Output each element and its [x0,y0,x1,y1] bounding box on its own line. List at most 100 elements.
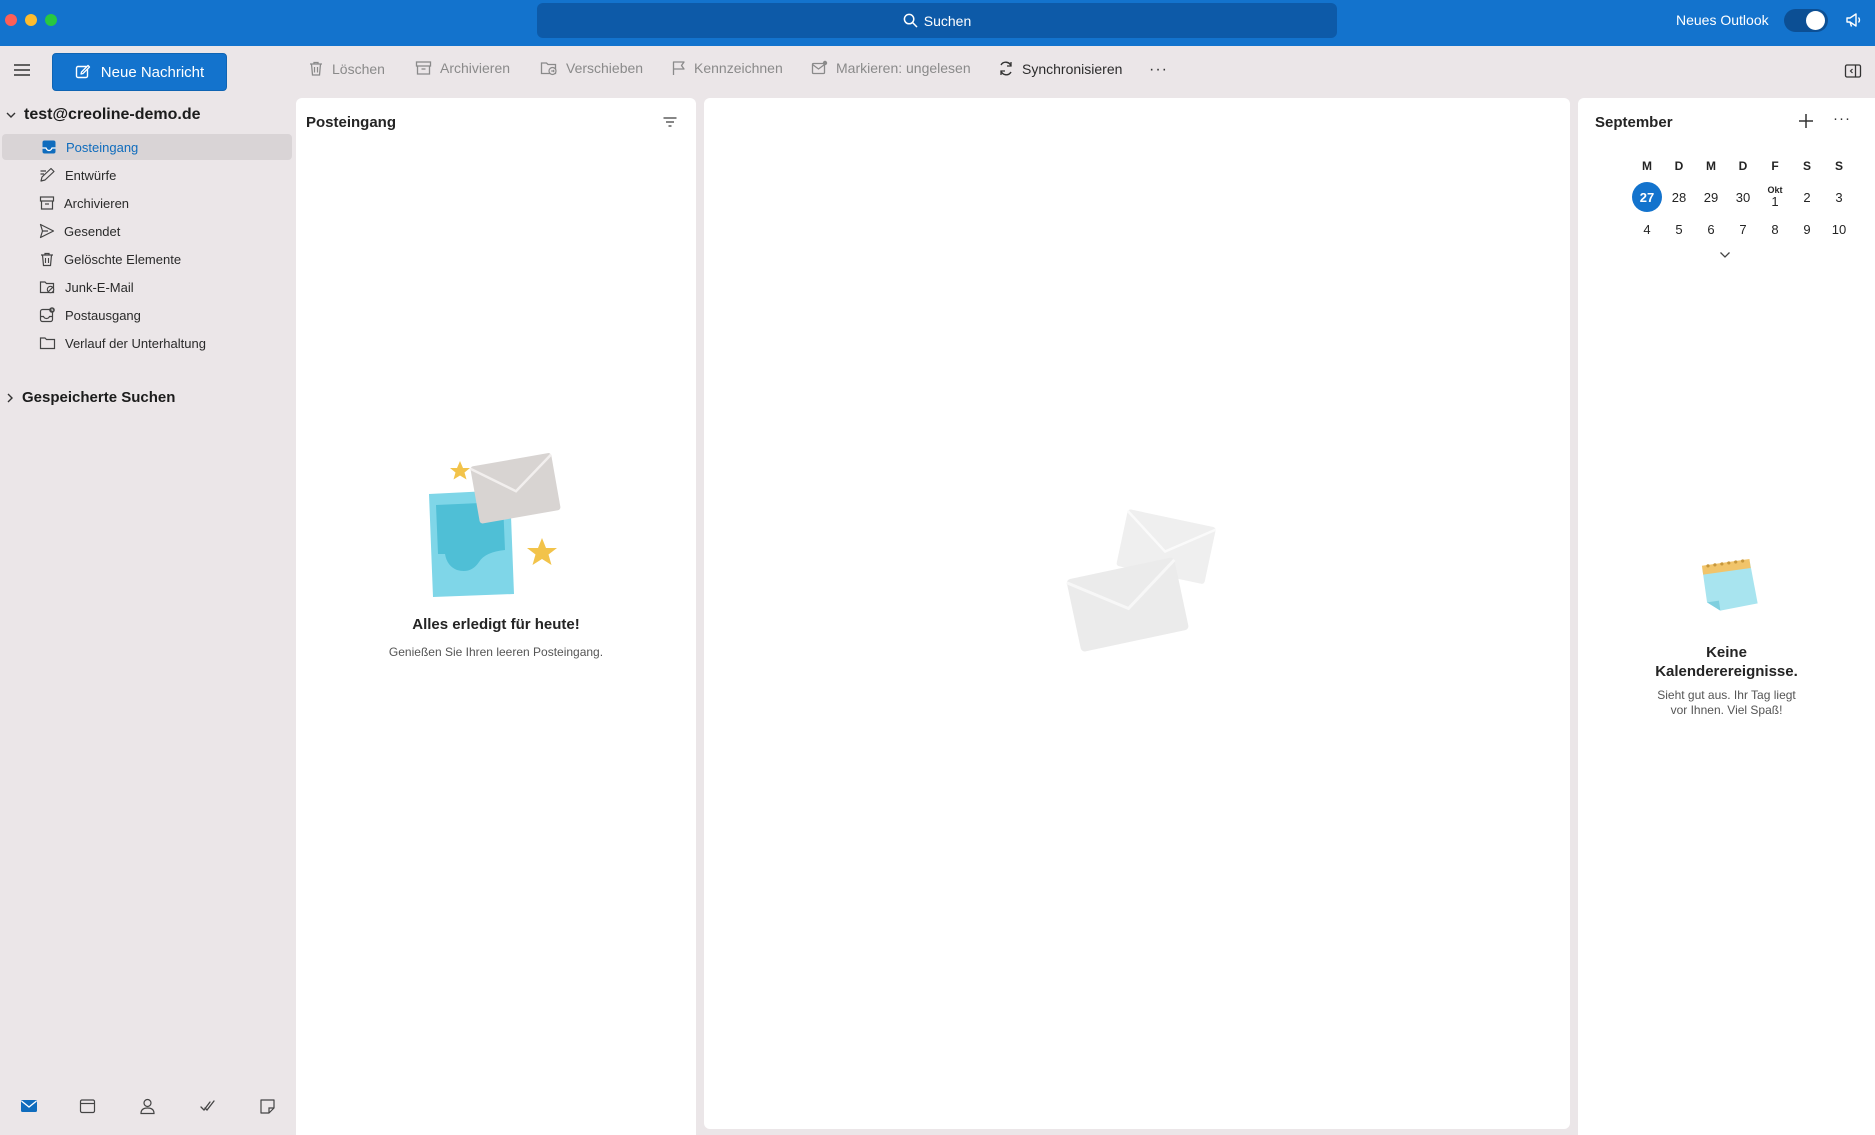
sidebar-item-entwuerfe[interactable]: Entwürfe [0,162,290,188]
trash-icon [41,252,53,267]
calendar-day[interactable]: 8 [1760,214,1790,244]
archive-button[interactable]: Archivieren [415,60,510,76]
weekday-header: F [1771,159,1779,173]
sidebar-item-gesendet[interactable]: Gesendet [0,218,290,244]
calendar-day[interactable]: 9 [1792,214,1822,244]
mail-unread-icon [811,60,828,75]
new-message-button[interactable]: Neue Nachricht [52,53,227,91]
trash-icon [310,61,322,76]
move-folder-icon [540,62,557,76]
megaphone-icon[interactable] [1844,10,1864,30]
people-icon[interactable] [139,1098,156,1115]
account-header[interactable]: test@creoline-demo.de [6,106,201,124]
chevron-down-icon [6,112,16,118]
calendar-day-month-start[interactable]: Okt 1 [1760,182,1790,212]
account-email: test@creoline-demo.de [24,106,201,123]
calendar-day[interactable]: 3 [1824,182,1854,212]
sidebar-item-label: Gelöschte Elemente [64,251,182,267]
sidebar-item-verlauf-der-unterhaltung[interactable]: Verlauf der Unterhaltung [0,330,290,356]
chevron-right-icon [7,393,13,402]
sidebar-item-label: Postausgang [65,307,141,323]
weekday-header: D [1674,159,1684,173]
calendar-day-today[interactable]: 27 [1632,182,1662,212]
calendar-day[interactable]: 7 [1728,214,1758,244]
notes-icon[interactable] [259,1098,276,1114]
sync-button[interactable]: Synchronisieren [998,60,1122,77]
calendar-day[interactable]: 6 [1696,214,1726,244]
compose-icon [75,64,90,79]
weekday-header: S [1834,159,1843,173]
sidebar-item-archivieren[interactable]: Archivieren [0,190,290,216]
archive-label: Archivieren [440,60,511,76]
add-event-icon[interactable] [1797,112,1815,130]
sidebar-item-label: Posteingang [66,139,139,155]
saved-searches-header[interactable]: Gespeicherte Suchen [6,389,175,406]
chevron-down-icon[interactable] [1719,251,1731,259]
title-bar: Suchen Neues Outlook [0,0,1875,46]
panel-toggle-icon[interactable] [1844,63,1862,79]
sidebar-item-geloeschte-elemente[interactable]: Gelöschte Elemente [0,246,290,272]
calendar-icon[interactable] [79,1098,96,1114]
folder-icon [39,337,56,350]
todo-icon[interactable] [199,1098,217,1114]
more-options-button[interactable]: ··· [1149,61,1168,79]
calendar-day[interactable]: 10 [1824,214,1854,244]
window-close-button[interactable] [5,14,17,26]
calendar-panel: September ··· M D M D F S S 27 28 29 30 … [1578,98,1875,1135]
calendar-more-button[interactable]: ··· [1833,110,1851,127]
message-list-panel: Posteingang Alles erledigt für heute! Ge… [296,98,696,1135]
calendar-empty-subtitle: Sieht gut aus. Ihr Tag liegt vor Ihnen. … [1657,688,1796,717]
bottom-nav [0,1098,295,1128]
weekday-header: M [1706,159,1716,173]
mark-unread-button[interactable]: Markieren: ungelesen [811,60,971,76]
calendar-empty-title: Keine Kalenderereignisse. [1655,644,1798,680]
sidebar-item-junk-e-mail[interactable]: Junk-E-Mail [0,274,290,300]
calendar-day[interactable]: 29 [1696,182,1726,212]
window-minimize-button[interactable] [25,14,37,26]
flag-button[interactable]: Kennzeichnen [671,60,783,76]
sidebar-item-label: Verlauf der Unterhaltung [65,335,206,351]
archive-icon [415,61,432,75]
new-message-label: Neue Nachricht [100,63,205,81]
new-outlook-toggle[interactable] [1784,9,1828,32]
delete-button[interactable]: Löschen [308,60,385,77]
calendar-day[interactable]: 30 [1728,182,1758,212]
junk-icon [39,281,55,294]
calendar-month-title: September [1595,114,1673,131]
sidebar-item-label: Gesendet [64,223,121,239]
flag-label: Kennzeichnen [694,60,783,76]
calendar-day[interactable]: 2 [1792,182,1822,212]
mail-icon[interactable] [20,1098,38,1114]
move-button[interactable]: Verschieben [540,60,643,76]
reading-pane [704,98,1570,1129]
delete-label: Löschen [332,60,385,77]
weekday-header: D [1738,159,1748,173]
envelopes-illustration [1066,509,1216,652]
flag-icon [672,61,685,75]
filter-icon[interactable] [662,116,678,128]
sync-icon [1000,61,1012,76]
sidebar-item-label: Archivieren [64,195,130,211]
sidebar-item-postausgang[interactable]: Postausgang [0,302,290,328]
hamburger-menu-icon[interactable] [12,62,32,78]
calendar-day-number: 1 [1771,194,1779,209]
empty-inbox-illustration [429,453,561,597]
outbox-icon [39,307,55,323]
saved-searches-label: Gespeicherte Suchen [22,389,176,406]
sidebar-item-posteingang[interactable]: Posteingang [2,134,292,160]
empty-inbox-title: Alles erledigt für heute! [412,616,580,633]
calendar-day[interactable]: 5 [1664,214,1694,244]
sidebar-item-label: Entwürfe [65,167,117,183]
calendar-day[interactable]: 28 [1664,182,1694,212]
window-maximize-button[interactable] [45,14,57,26]
search-icon [903,13,918,28]
calendar-day[interactable]: 4 [1632,214,1662,244]
search-label: Suchen [923,12,972,29]
weekday-header: M [1642,159,1652,173]
sidebar-item-label: Junk-E-Mail [65,279,134,295]
drafts-icon [40,167,55,182]
inbox-icon [42,140,56,154]
empty-inbox-subtitle: Genießen Sie Ihren leeren Posteingang. [388,645,604,659]
search-bar[interactable]: Suchen [537,3,1337,38]
sync-label: Synchronisieren [1022,60,1123,77]
